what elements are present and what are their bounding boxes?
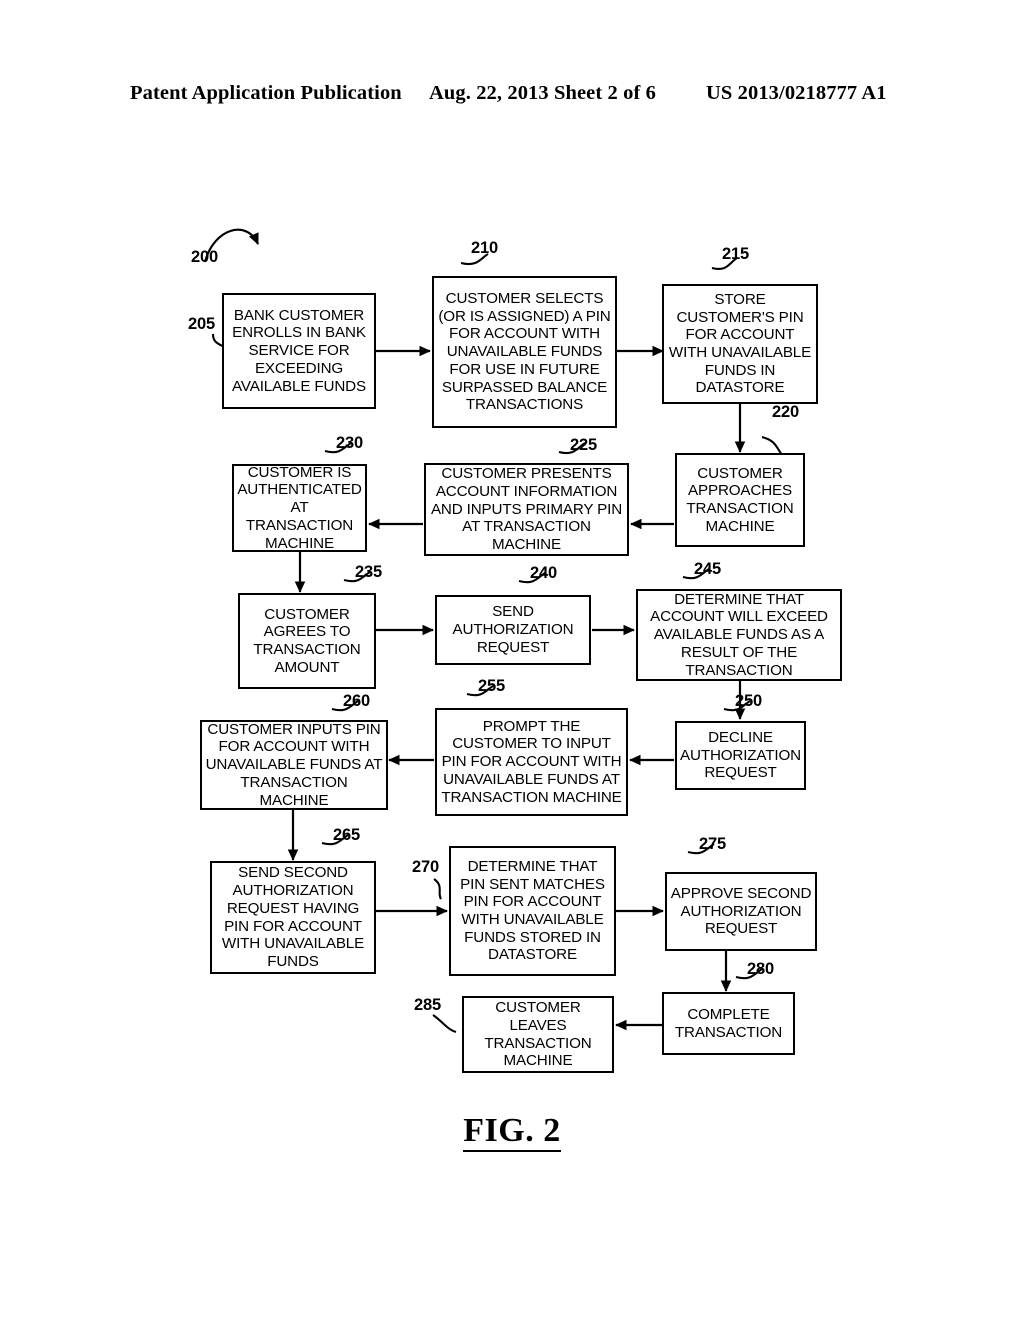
flow-node-275[interactable]: APPROVE SECOND AUTHORIZATION REQUEST xyxy=(665,872,817,951)
ref-label-250: 250 xyxy=(735,692,762,710)
flow-node-275-text: APPROVE SECOND AUTHORIZATION REQUEST xyxy=(670,884,812,938)
flow-node-230-text: CUSTOMER IS AUTHENTICATED AT TRANSACTION… xyxy=(237,463,362,552)
flow-node-220[interactable]: CUSTOMER APPROACHES TRANSACTION MACHINE xyxy=(675,453,805,547)
ref-label-215: 215 xyxy=(722,245,749,263)
ref-label-200: 200 xyxy=(191,248,218,266)
ref-label-270: 270 xyxy=(412,858,439,876)
flow-node-265-text: SEND SECOND AUTHORIZATION REQUEST HAVING… xyxy=(221,864,365,970)
flow-node-255-text: PROMPT THE CUSTOMER TO INPUT PIN FOR ACC… xyxy=(441,717,622,806)
flow-node-230[interactable]: CUSTOMER IS AUTHENTICATED AT TRANSACTION… xyxy=(232,464,367,552)
leader-270 xyxy=(433,878,442,900)
ref-label-230: 230 xyxy=(336,434,363,452)
flow-node-235[interactable]: CUSTOMER AGREES TO TRANSACTION AMOUNT xyxy=(238,593,376,689)
flow-node-215-text: STORE CUSTOMER'S PIN FOR ACCOUNT WITH UN… xyxy=(668,290,812,397)
flow-node-280[interactable]: COMPLETE TRANSACTION xyxy=(662,992,795,1055)
flow-node-210-text: CUSTOMER SELECTS (OR IS ASSIGNED) A PIN … xyxy=(438,290,611,414)
flow-node-220-text: CUSTOMER APPROACHES TRANSACTION MACHINE xyxy=(686,464,794,535)
ref-label-205: 205 xyxy=(188,315,215,333)
flowchart-figure: 200 205 210 215 220 225 230 235 240 245 … xyxy=(0,0,1024,1320)
ref-label-285: 285 xyxy=(414,996,441,1014)
flow-node-205-text: BANK CUSTOMER ENROLLS IN BANK SERVICE FO… xyxy=(232,306,366,395)
flow-node-285-text: CUSTOMER LEAVES TRANSACTION MACHINE xyxy=(484,999,592,1070)
ref-label-225: 225 xyxy=(570,436,597,454)
flow-node-255[interactable]: PROMPT THE CUSTOMER TO INPUT PIN FOR ACC… xyxy=(435,708,628,816)
flow-node-215[interactable]: STORE CUSTOMER'S PIN FOR ACCOUNT WITH UN… xyxy=(662,284,818,404)
flow-node-250[interactable]: DECLINE AUTHORIZATION REQUEST xyxy=(675,721,806,790)
figure-caption: FIG. 2 xyxy=(0,1112,1024,1152)
flow-node-260[interactable]: CUSTOMER INPUTS PIN FOR ACCOUNT WITH UNA… xyxy=(200,720,388,810)
flow-node-210[interactable]: CUSTOMER SELECTS (OR IS ASSIGNED) A PIN … xyxy=(432,276,617,428)
flow-node-225[interactable]: CUSTOMER PRESENTS ACCOUNT INFORMATION AN… xyxy=(424,463,629,556)
ref-label-210: 210 xyxy=(471,239,498,257)
ref-label-240: 240 xyxy=(530,564,557,582)
flow-node-280-text: COMPLETE TRANSACTION xyxy=(674,1005,783,1041)
ref-label-265: 265 xyxy=(333,826,360,844)
ref-label-220: 220 xyxy=(772,403,799,421)
flow-node-245-text: DETERMINE THAT ACCOUNT WILL EXCEED AVAIL… xyxy=(650,590,828,679)
ref-label-275: 275 xyxy=(699,835,726,853)
flow-node-240[interactable]: SEND AUTHORIZATION REQUEST xyxy=(435,595,591,665)
flow-node-285[interactable]: CUSTOMER LEAVES TRANSACTION MACHINE xyxy=(462,996,614,1073)
flow-node-205[interactable]: BANK CUSTOMER ENROLLS IN BANK SERVICE FO… xyxy=(222,293,376,409)
flow-node-265[interactable]: SEND SECOND AUTHORIZATION REQUEST HAVING… xyxy=(210,861,376,974)
flow-node-270[interactable]: DETERMINE THAT PIN SENT MATCHES PIN FOR … xyxy=(449,846,616,976)
flow-node-240-text: SEND AUTHORIZATION REQUEST xyxy=(452,603,574,656)
figure-caption-text: FIG. 2 xyxy=(463,1112,561,1152)
ref-label-260: 260 xyxy=(343,692,370,710)
ref-label-280: 280 xyxy=(747,960,774,978)
flow-node-245[interactable]: DETERMINE THAT ACCOUNT WILL EXCEED AVAIL… xyxy=(636,589,842,681)
flow-node-235-text: CUSTOMER AGREES TO TRANSACTION AMOUNT xyxy=(253,605,361,676)
flow-node-260-text: CUSTOMER INPUTS PIN FOR ACCOUNT WITH UNA… xyxy=(205,720,383,809)
flow-node-250-text: DECLINE AUTHORIZATION REQUEST xyxy=(680,728,801,782)
ref-label-245: 245 xyxy=(694,560,721,578)
flow-node-225-text: CUSTOMER PRESENTS ACCOUNT INFORMATION AN… xyxy=(430,465,623,554)
ref-label-255: 255 xyxy=(478,677,505,695)
leader-285 xyxy=(432,1014,457,1034)
ref-label-235: 235 xyxy=(355,563,382,581)
flow-node-270-text: DETERMINE THAT PIN SENT MATCHES PIN FOR … xyxy=(460,857,605,964)
